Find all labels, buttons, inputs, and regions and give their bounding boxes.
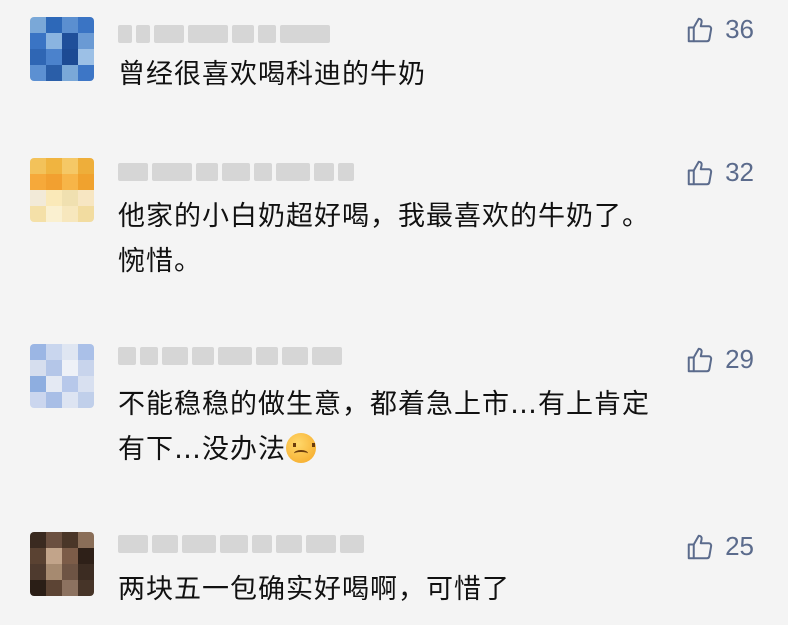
avatar-pixel bbox=[62, 548, 78, 564]
comment-text: 曾经很喜欢喝科迪的牛奶 bbox=[118, 52, 758, 97]
avatar-pixel bbox=[30, 532, 46, 548]
avatar-pixel bbox=[46, 532, 62, 548]
avatar-pixel bbox=[62, 344, 78, 360]
avatar-pixel bbox=[46, 206, 62, 222]
avatar-pixel bbox=[30, 190, 46, 206]
comment-line: 不能稳稳的做生意，都着急上市…有上肯定 bbox=[118, 389, 650, 420]
avatar[interactable] bbox=[30, 17, 94, 81]
avatar-pixel bbox=[78, 532, 94, 548]
avatar-pixel bbox=[62, 49, 78, 65]
avatar-pixel bbox=[62, 532, 78, 548]
thumbs-up-icon bbox=[687, 17, 713, 42]
avatar-pixel bbox=[78, 49, 94, 65]
avatar-pixel bbox=[78, 190, 94, 206]
avatar-pixel bbox=[62, 65, 78, 81]
avatar-pixel bbox=[46, 158, 62, 174]
avatar-pixel bbox=[78, 158, 94, 174]
avatar-pixel bbox=[62, 392, 78, 408]
avatar-pixel bbox=[62, 33, 78, 49]
like-count: 36 bbox=[725, 14, 754, 44]
avatar-pixel bbox=[62, 206, 78, 222]
thumbs-up-icon bbox=[687, 534, 713, 559]
like-count: 25 bbox=[725, 531, 754, 561]
comment-text: 他家的小白奶超好喝，我最喜欢的牛奶了。 惋惜。 bbox=[118, 194, 758, 284]
avatar-pixel bbox=[46, 580, 62, 596]
avatar-pixel bbox=[46, 548, 62, 564]
comment-line: 他家的小白奶超好喝，我最喜欢的牛奶了。 bbox=[118, 201, 650, 232]
like-button[interactable]: 36 bbox=[685, 14, 754, 45]
avatar-pixel bbox=[46, 392, 62, 408]
thumbs-up-icon bbox=[687, 347, 713, 372]
avatar-pixel bbox=[30, 360, 46, 376]
avatar-pixel bbox=[62, 17, 78, 33]
comment-line: 有下…没办法 bbox=[118, 434, 286, 465]
username-blurred[interactable] bbox=[118, 346, 342, 366]
avatar-pixel bbox=[46, 344, 62, 360]
comment-text: 不能稳稳的做生意，都着急上市…有上肯定 有下…没办法 bbox=[118, 382, 758, 472]
avatar-pixel bbox=[30, 392, 46, 408]
avatar-pixel bbox=[30, 65, 46, 81]
like-count: 32 bbox=[725, 157, 754, 187]
avatar-pixel bbox=[30, 17, 46, 33]
avatar-pixel bbox=[62, 360, 78, 376]
avatar-pixel bbox=[46, 376, 62, 392]
avatar[interactable] bbox=[30, 344, 94, 408]
avatar[interactable] bbox=[30, 532, 94, 596]
avatar-pixel bbox=[46, 49, 62, 65]
avatar-pixel bbox=[30, 564, 46, 580]
avatar-pixel bbox=[78, 548, 94, 564]
username-blurred[interactable] bbox=[118, 534, 364, 554]
avatar-pixel bbox=[62, 174, 78, 190]
avatar-pixel bbox=[78, 206, 94, 222]
avatar-pixel bbox=[46, 360, 62, 376]
comment-line: 惋惜。 bbox=[118, 246, 202, 277]
avatar-pixel bbox=[46, 190, 62, 206]
avatar-pixel bbox=[62, 190, 78, 206]
avatar-pixel bbox=[30, 49, 46, 65]
avatar-pixel bbox=[30, 548, 46, 564]
avatar-pixel bbox=[30, 376, 46, 392]
comment-line-with-emoji: 有下…没办法 bbox=[118, 427, 758, 472]
comment-line: 曾经很喜欢喝科迪的牛奶 bbox=[118, 59, 426, 90]
avatar-pixel bbox=[78, 580, 94, 596]
avatar-pixel bbox=[78, 174, 94, 190]
avatar-pixel bbox=[78, 376, 94, 392]
avatar-pixel bbox=[30, 174, 46, 190]
avatar[interactable] bbox=[30, 158, 94, 222]
avatar-pixel bbox=[62, 580, 78, 596]
avatar-pixel bbox=[62, 564, 78, 580]
avatar-pixel bbox=[62, 158, 78, 174]
avatar-pixel bbox=[46, 564, 62, 580]
avatar-pixel bbox=[78, 65, 94, 81]
thumbs-up-icon bbox=[687, 160, 713, 185]
avatar-pixel bbox=[78, 564, 94, 580]
like-button[interactable]: 32 bbox=[685, 157, 754, 188]
avatar-pixel bbox=[30, 206, 46, 222]
avatar-pixel bbox=[78, 344, 94, 360]
avatar-pixel bbox=[78, 360, 94, 376]
avatar-pixel bbox=[30, 33, 46, 49]
avatar-pixel bbox=[46, 33, 62, 49]
avatar-pixel bbox=[78, 33, 94, 49]
username-blurred[interactable] bbox=[118, 24, 330, 44]
avatar-pixel bbox=[30, 158, 46, 174]
avatar-pixel bbox=[30, 580, 46, 596]
avatar-pixel bbox=[78, 17, 94, 33]
avatar-pixel bbox=[46, 17, 62, 33]
like-count: 29 bbox=[725, 344, 754, 374]
like-button[interactable]: 29 bbox=[685, 344, 754, 375]
avatar-pixel bbox=[46, 174, 62, 190]
avatar-pixel bbox=[30, 344, 46, 360]
tired-face-emoji-icon bbox=[286, 433, 316, 463]
comment-line: 两块五一包确实好喝啊，可惜了 bbox=[118, 574, 510, 605]
avatar-pixel bbox=[62, 376, 78, 392]
username-blurred[interactable] bbox=[118, 162, 354, 182]
avatar-pixel bbox=[78, 392, 94, 408]
comment-text: 两块五一包确实好喝啊，可惜了 bbox=[118, 567, 758, 612]
avatar-pixel bbox=[46, 65, 62, 81]
like-button[interactable]: 25 bbox=[685, 531, 754, 562]
